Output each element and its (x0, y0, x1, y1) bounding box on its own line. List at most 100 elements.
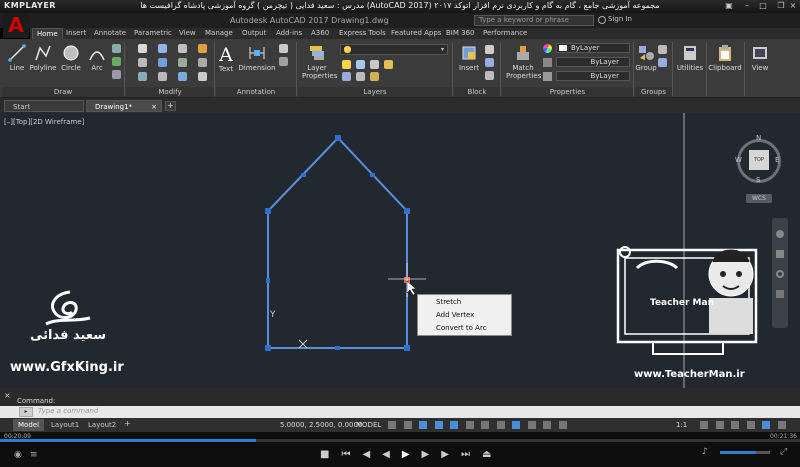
close-tab-icon[interactable]: × (151, 101, 157, 113)
match-properties-tool[interactable]: Match Properties (504, 44, 542, 80)
layer-properties-tool[interactable]: Layer Properties (298, 44, 337, 80)
lineweight-icon[interactable] (543, 72, 552, 81)
scale-icon[interactable] (158, 72, 167, 81)
tab-annotate[interactable]: Annotate (90, 28, 130, 39)
transparency-icon[interactable] (496, 421, 505, 429)
open-icon[interactable]: ⏏ (482, 449, 503, 460)
panel-properties[interactable]: Properties (502, 87, 633, 97)
edit-block-icon[interactable] (485, 58, 494, 67)
customize-icon[interactable] (777, 421, 786, 429)
layer-freeze-icon[interactable] (356, 60, 365, 69)
tab-home[interactable]: Home (32, 28, 63, 39)
rectangle-icon[interactable] (112, 44, 121, 53)
create-block-icon[interactable] (485, 45, 494, 54)
viewcube-top[interactable]: TOP (749, 150, 769, 170)
settings-icon[interactable] (700, 421, 708, 429)
wcs-menu[interactable]: WCS (746, 194, 772, 203)
file-tab-start[interactable]: Start (4, 100, 84, 112)
panel-draw[interactable]: Draw (2, 87, 124, 97)
close-command-icon[interactable]: × (4, 391, 11, 400)
snap-icon[interactable] (403, 421, 412, 429)
zoom-icon[interactable] (776, 270, 784, 278)
close-icon[interactable]: × (788, 1, 798, 11)
polar-icon[interactable] (434, 421, 443, 429)
group-tool[interactable]: Group (635, 44, 657, 72)
circle-tool[interactable]: Circle (60, 44, 82, 72)
attribute-icon[interactable] (485, 71, 494, 80)
panel-groups[interactable]: Groups (635, 87, 672, 97)
panel-annotation[interactable]: Annotation (216, 87, 296, 97)
workspace-icon[interactable] (715, 421, 724, 429)
fullscreen-icon[interactable]: ⤢ (780, 447, 787, 457)
polyline-tool[interactable]: Polyline (29, 44, 57, 72)
previous-icon[interactable]: ⏮ (341, 449, 362, 460)
rotate-icon[interactable] (158, 44, 167, 53)
viewcube-s[interactable]: S (756, 176, 760, 184)
offset-icon[interactable] (198, 72, 207, 81)
viewcube-n[interactable]: N (756, 134, 761, 142)
tab-bim-360[interactable]: BIM 360 (442, 28, 479, 39)
mirror-icon[interactable] (158, 58, 167, 67)
insert-tool[interactable]: Insert (457, 44, 481, 72)
erase-icon[interactable] (198, 44, 207, 53)
viewcube-w[interactable]: W (735, 156, 742, 164)
ortho-icon[interactable] (419, 421, 428, 429)
panel-modify[interactable]: Modify (126, 87, 214, 97)
stretch-icon[interactable] (138, 72, 147, 81)
add-layout-plus-icon[interactable]: + (124, 419, 131, 428)
polyline-grips[interactable] (265, 135, 410, 351)
color-dropdown[interactable]: ByLayer (556, 43, 630, 53)
command-line[interactable] (0, 406, 800, 418)
next-icon[interactable]: ⏭ (461, 449, 482, 460)
layout-tab-model[interactable]: Model (13, 419, 45, 431)
coordinate-readout[interactable]: 5.0000, 2.5000, 0.0000 (280, 421, 362, 429)
orbit-icon[interactable] (776, 290, 784, 298)
search-input[interactable]: Type a keyword or phrase (474, 15, 594, 26)
tab-express-tools[interactable]: Express Tools (335, 28, 390, 39)
array-icon[interactable] (178, 72, 187, 81)
play-icon[interactable]: ▶ (402, 449, 422, 460)
arc-tool[interactable]: Arc (87, 44, 107, 72)
panel-block[interactable]: Block (454, 87, 500, 97)
new-tab-plus-icon[interactable]: + (165, 101, 176, 111)
linetype-dropdown[interactable]: ByLayer (556, 57, 630, 67)
otrack-icon[interactable] (465, 421, 474, 429)
menu-item-convert-to-arc[interactable]: Convert to Arc (436, 324, 487, 332)
clipboard-tool[interactable]: Clipboard (708, 44, 742, 72)
table-icon[interactable] (279, 57, 288, 66)
layer-walk-icon[interactable] (370, 72, 379, 81)
tab-performance[interactable]: Performance (479, 28, 531, 39)
player-menu-icon[interactable]: ◉ (14, 450, 22, 460)
tab-featured-apps[interactable]: Featured Apps (387, 28, 445, 39)
autocad-logo-icon[interactable]: A (3, 13, 29, 38)
pin-icon[interactable]: ▣ (724, 1, 734, 11)
hardware-acceleration-icon[interactable] (746, 421, 755, 429)
tab-parametric[interactable]: Parametric (130, 28, 176, 39)
sign-in-button[interactable]: Sign In (608, 15, 632, 23)
color-wheel-icon[interactable] (543, 44, 552, 53)
fillet-icon[interactable] (178, 58, 187, 67)
layer-iso-icon[interactable] (342, 72, 351, 81)
explode-icon[interactable] (198, 58, 207, 67)
group-edit-icon[interactable] (658, 58, 667, 67)
trim-icon[interactable] (178, 44, 187, 53)
menu-item-stretch[interactable]: Stretch (436, 298, 461, 306)
pan-icon[interactable] (776, 250, 784, 258)
layer-previous-icon[interactable] (356, 72, 365, 81)
lineweight-dropdown[interactable]: ByLayer (556, 71, 630, 81)
dynamic-ucs-icon[interactable] (543, 421, 552, 429)
layer-on-icon[interactable] (342, 60, 351, 69)
maximize-icon[interactable]: □ (758, 1, 768, 11)
model-space-button[interactable]: MODEL (356, 421, 381, 429)
layer-dropdown[interactable]: ▾ (340, 44, 448, 55)
3d-osnap-icon[interactable] (527, 421, 536, 429)
house-polyline[interactable] (267, 136, 408, 349)
tab-add-ins[interactable]: Add-ins (272, 28, 306, 39)
forward-icon[interactable]: ▶▶ (422, 449, 461, 460)
ellipse-icon[interactable] (112, 70, 121, 79)
command-prompt-icon[interactable]: ▸ (19, 407, 33, 417)
stop-icon[interactable]: ■ (320, 449, 341, 460)
viewcube-e[interactable]: E (775, 156, 779, 164)
tab-view[interactable]: View (175, 28, 200, 39)
tab-manage[interactable]: Manage (201, 28, 237, 39)
